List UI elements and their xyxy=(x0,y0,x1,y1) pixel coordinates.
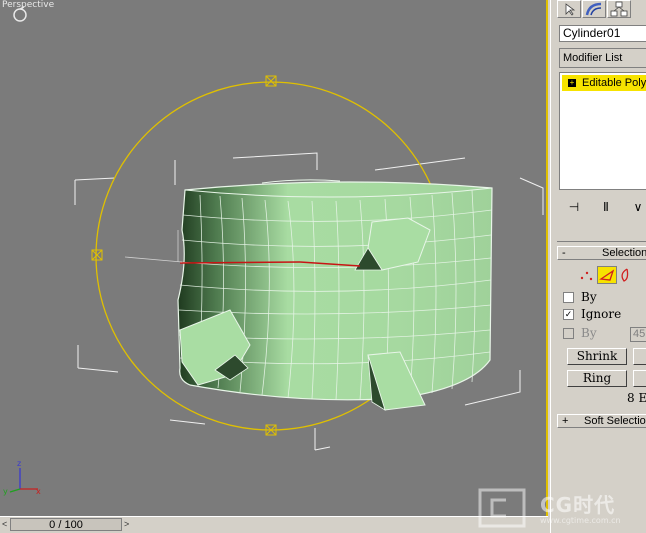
shrink-button[interactable]: Shrink xyxy=(567,348,627,365)
selection-info: 8 Edges xyxy=(627,391,646,405)
soft-selection-header[interactable]: + Soft Selection xyxy=(557,414,646,428)
object-name-field[interactable]: Cylinder01 xyxy=(559,25,646,42)
expand-icon[interactable]: + xyxy=(568,79,576,88)
watermark-logo-icon xyxy=(478,488,526,528)
create-tab[interactable] xyxy=(557,0,581,18)
ring-button[interactable]: Ring xyxy=(567,370,627,387)
selection-rollout: - Selection By ✓ Ignore By 45 Shrink Rin… xyxy=(557,241,646,407)
edge-mode-icon[interactable] xyxy=(597,266,617,284)
by-vertex-label: By xyxy=(581,290,597,304)
watermark-text: CG时代 xyxy=(540,493,616,517)
modifier-list-dropdown[interactable]: Modifier List xyxy=(559,48,646,68)
expand-sign: + xyxy=(562,415,569,427)
rollout-title: Selection xyxy=(602,247,646,259)
loop-button[interactable] xyxy=(633,370,646,387)
viewport-label[interactable]: Perspective xyxy=(2,0,54,10)
stack-item-label: Editable Poly xyxy=(582,77,646,89)
pivot-axis xyxy=(124,230,183,263)
hierarchy-tab[interactable] xyxy=(607,0,631,18)
command-panel: Cylinder01 Modifier List + Editable Poly … xyxy=(550,0,646,533)
select-object-icon xyxy=(565,3,576,16)
stack-toolbar: ⊣ Ⅱ ∨ xyxy=(559,198,646,218)
time-next-icon[interactable]: > xyxy=(124,519,129,529)
ignore-backfacing-checkbox[interactable]: ✓ xyxy=(563,309,574,320)
time-bar: < 0 / 100 > xyxy=(0,516,548,533)
perspective-viewport[interactable]: z x y Perspective xyxy=(0,0,548,516)
show-end-result-icon[interactable]: Ⅱ xyxy=(595,198,617,216)
svg-text:z: z xyxy=(17,459,21,468)
time-slider[interactable]: 0 / 100 xyxy=(10,518,122,531)
svg-text:y: y xyxy=(3,487,8,496)
hierarchy-icon xyxy=(610,1,628,17)
angle-spinner[interactable]: 45 xyxy=(630,327,646,342)
modify-tab[interactable] xyxy=(582,0,606,18)
svg-text:x: x xyxy=(36,487,41,496)
by-vertex-checkbox[interactable] xyxy=(563,292,574,303)
collapse-sign: - xyxy=(562,247,566,259)
modify-icon xyxy=(585,2,602,16)
rollout-title: Soft Selection xyxy=(584,415,646,427)
stack-item-editable-poly[interactable]: + Editable Poly xyxy=(562,75,646,91)
by-angle-checkbox[interactable] xyxy=(563,328,574,339)
grow-button[interactable] xyxy=(633,348,646,365)
make-unique-icon[interactable]: ∨ xyxy=(627,198,646,216)
modifier-stack[interactable]: + Editable Poly xyxy=(559,72,646,190)
watermark: CG时代 www.cgtime.com.cn xyxy=(474,484,646,533)
scene-canvas: z x y xyxy=(3,6,544,496)
vertex-mode-icon[interactable] xyxy=(577,266,597,284)
selection-rollout-header[interactable]: - Selection xyxy=(557,246,646,260)
pin-stack-icon[interactable]: ⊣ xyxy=(563,198,585,216)
time-prev-icon[interactable]: < xyxy=(2,519,7,529)
border-mode-icon[interactable] xyxy=(617,266,637,284)
by-angle-label: By xyxy=(581,326,597,340)
ignore-backfacing-label: Ignore xyxy=(581,307,622,321)
watermark-url: www.cgtime.com.cn xyxy=(540,516,621,525)
world-axis-tripod: z x y xyxy=(3,459,41,496)
cylinder-mesh[interactable] xyxy=(177,179,493,411)
